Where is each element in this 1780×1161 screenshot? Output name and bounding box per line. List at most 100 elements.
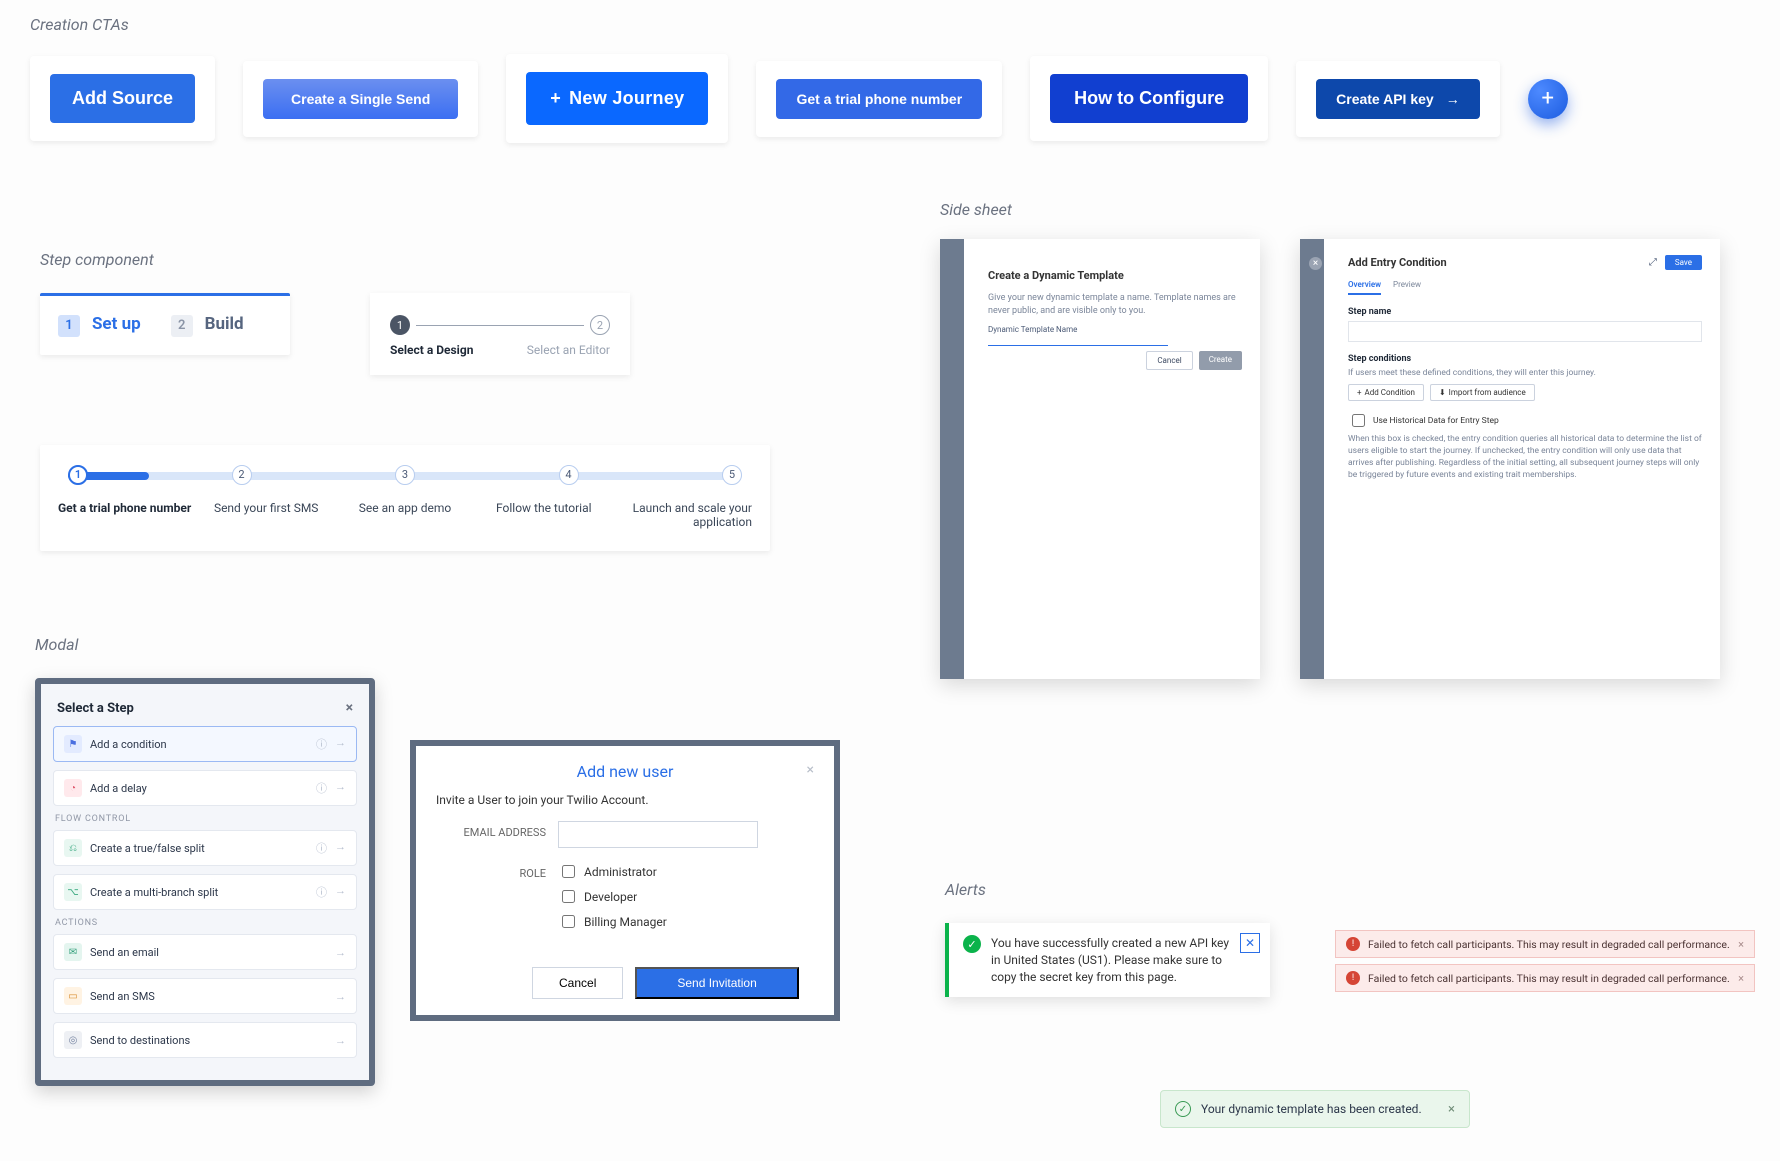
add-source-button[interactable]: Add Source [50,74,195,123]
close-icon[interactable]: × [1448,1102,1455,1117]
cta-card: Create API key [1296,61,1500,137]
field-label: Dynamic Template Name [988,325,1242,334]
sms-icon: ▭ [64,987,82,1005]
condition-icon: ⚑ [64,735,82,753]
step-node[interactable]: 1 [390,315,410,335]
toast-success: ✓ Your dynamic template has been created… [1160,1090,1470,1128]
button-label: Import from audience [1449,388,1526,397]
cancel-button[interactable]: Cancel [1146,351,1192,370]
cta-card: New Journey [506,54,728,143]
historical-data-checkbox[interactable] [1352,414,1365,427]
side-sheet-title: Create a Dynamic Template [988,269,1242,282]
close-icon[interactable]: × [1738,972,1744,985]
role-option: Billing Manager [584,915,667,929]
template-name-input[interactable] [988,336,1168,346]
step-label: Select an Editor [527,343,610,357]
fab-add-button[interactable] [1528,79,1568,119]
close-icon[interactable]: × [1738,938,1744,951]
option-label: Create a true/false split [90,842,205,855]
toast-message: Your dynamic template has been created. [1201,1102,1422,1116]
step-option-multi-branch[interactable]: ⌥ Create a multi-branch split ⓘ→ [53,874,357,910]
import-audience-button[interactable]: ⬇Import from audience [1430,384,1535,401]
step-option-send-destinations[interactable]: ◎ Send to destinations → [53,1022,357,1058]
cancel-button[interactable]: Cancel [532,967,623,999]
field-label-step-conditions: Step conditions [1348,354,1702,364]
role-checkbox-developer[interactable] [562,890,575,903]
trial-number-button[interactable]: Get a trial phone number [776,79,982,119]
alert-message: Failed to fetch call participants. This … [1368,972,1730,985]
alert-message: You have successfully created a new API … [991,935,1256,985]
step-label: Select a Design [390,343,473,357]
side-sheet-entry-condition: × Add Entry Condition ⤢ Save Overview Pr… [1300,239,1720,679]
arrow-right-icon: → [335,736,346,752]
download-icon: ⬇ [1439,388,1446,397]
how-to-configure-button[interactable]: How to Configure [1050,74,1248,123]
save-button[interactable]: Save [1665,255,1702,270]
step-build[interactable]: 2 Build [171,314,244,337]
info-icon[interactable]: ⓘ [316,736,327,752]
arrow-right-icon: → [335,1034,346,1047]
close-icon[interactable]: × [807,762,814,778]
tab-preview[interactable]: Preview [1393,280,1421,295]
new-journey-button[interactable]: New Journey [526,72,708,125]
step-number: 2 [171,315,193,337]
close-icon[interactable]: × [346,700,353,716]
step-label: Launch and scale your application [613,501,752,529]
modal-title: Add new user [577,762,674,781]
step-option-true-false[interactable]: ⎌ Create a true/false split ⓘ→ [53,830,357,866]
error-icon: ! [1346,971,1360,985]
arrow-right-icon: → [335,990,346,1003]
step-node[interactable]: 3 [395,465,415,485]
step-setup[interactable]: 1 Set up [58,314,141,337]
role-checkbox-admin[interactable] [562,865,575,878]
new-journey-label: New Journey [569,88,684,109]
side-sheet-dynamic-template: Create a Dynamic Template Give your new … [940,239,1260,679]
add-condition-button[interactable]: +Add Condition [1348,384,1424,401]
email-label: EMAIL ADDRESS [436,821,546,839]
split-icon: ⎌ [64,839,82,857]
role-checkbox-billing[interactable] [562,915,575,928]
info-icon[interactable]: ⓘ [316,840,327,856]
option-label: Add a delay [90,782,147,795]
close-icon[interactable]: ✕ [1240,933,1260,953]
step-label: Build [205,314,244,334]
step-option-send-sms[interactable]: ▭ Send an SMS → [53,978,357,1014]
error-icon: ! [1346,937,1360,951]
step-node[interactable]: 4 [559,465,579,485]
step-label: See an app demo [336,501,475,529]
role-option: Administrator [584,865,657,879]
alert-message: Failed to fetch call participants. This … [1368,938,1730,951]
send-invitation-button[interactable]: Send Invitation [635,967,798,999]
step-label: Get a trial phone number [58,501,197,529]
role-option: Developer [584,890,637,904]
step-label: Follow the tutorial [474,501,613,529]
tab-overview[interactable]: Overview [1348,280,1381,295]
step-node[interactable]: 5 [722,465,742,485]
create-api-key-label: Create API key [1336,91,1434,107]
step-option-send-email[interactable]: ✉ Send an email → [53,934,357,970]
step-node[interactable]: 2 [232,465,252,485]
option-group-actions: ACTIONS [55,918,355,928]
step-conditions-desc: If users meet these defined conditions, … [1348,368,1702,378]
section-label-side-sheet: Side sheet [940,200,1720,219]
step-node[interactable]: 2 [590,315,610,335]
create-single-send-button[interactable]: Create a Single Send [263,79,458,119]
expand-icon[interactable]: ⤢ [1649,257,1657,268]
modal-select-step: Select a Step × ⚑ Add a condition ⓘ→ ◔ A… [35,678,375,1086]
step-option-delay[interactable]: ◔ Add a delay ⓘ→ [53,770,357,806]
side-sheet-title: Add Entry Condition [1348,256,1447,269]
option-label: Create a multi-branch split [90,886,218,899]
step-name-input[interactable] [1348,321,1702,342]
info-icon[interactable]: ⓘ [316,884,327,900]
step-label: Set up [92,314,141,334]
create-button[interactable]: Create [1199,351,1242,370]
arrow-right-icon: → [335,780,346,796]
step-card-design-editor: 1 2 Select a Design Select an Editor [370,293,630,375]
create-api-key-button[interactable]: Create API key [1316,79,1480,119]
close-icon[interactable]: × [1309,257,1322,270]
info-icon[interactable]: ⓘ [316,780,327,796]
step-option-condition[interactable]: ⚑ Add a condition ⓘ→ [53,726,357,762]
email-input[interactable] [558,821,758,848]
step-node[interactable]: 1 [68,465,88,485]
section-label-alerts: Alerts [945,880,1270,899]
